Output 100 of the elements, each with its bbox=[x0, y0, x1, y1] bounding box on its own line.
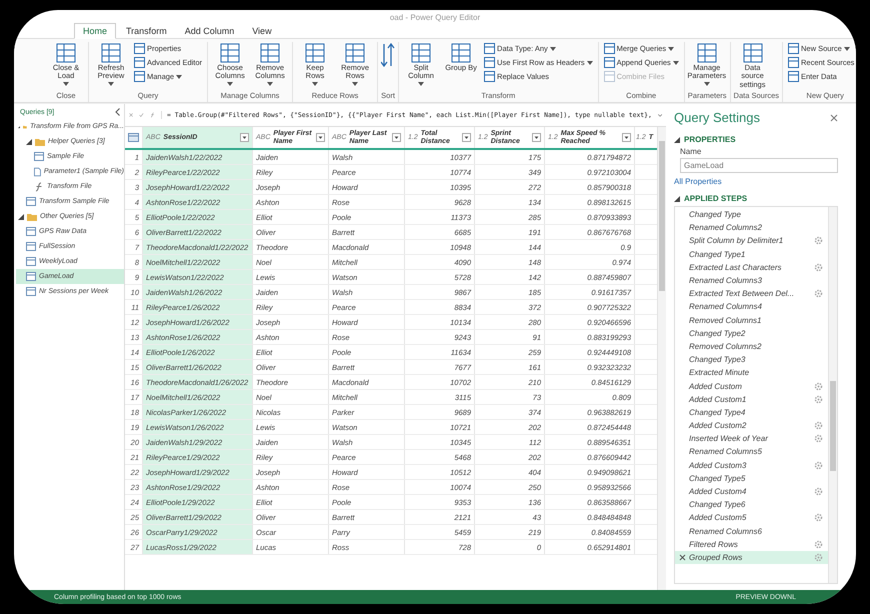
caret-icon bbox=[63, 82, 69, 86]
document-icon bbox=[34, 166, 41, 176]
applied-step[interactable]: Extracted Text Between Del... bbox=[675, 287, 828, 300]
section-heading: PROPERTIES bbox=[684, 135, 736, 144]
command-icon bbox=[100, 43, 122, 63]
applied-step[interactable]: Changed Type5 bbox=[675, 472, 828, 485]
close-icon bbox=[830, 114, 838, 122]
applied-step[interactable]: Removed Columns1 bbox=[675, 314, 828, 327]
section-heading: APPLIED STEPS bbox=[684, 194, 748, 203]
applied-step[interactable]: Extracted Last Characters bbox=[675, 260, 828, 274]
dropdown-icon bbox=[240, 133, 249, 142]
applied-step[interactable]: Renamed Columns5 bbox=[675, 445, 828, 459]
caret-icon bbox=[108, 82, 114, 86]
expanded-arrow-icon bbox=[18, 214, 24, 220]
ribbon-tab[interactable]: Transform bbox=[118, 23, 175, 38]
caret-icon bbox=[586, 60, 593, 64]
caret-icon bbox=[352, 82, 358, 86]
applied-step[interactable]: Filtered Rows bbox=[675, 538, 828, 551]
expanded-arrow-icon bbox=[674, 196, 680, 202]
applied-step[interactable]: Extracted Minute bbox=[675, 366, 828, 380]
applied-step[interactable]: Changed Type1 bbox=[675, 248, 828, 261]
command-icon bbox=[604, 43, 615, 54]
caret-icon bbox=[844, 46, 850, 50]
command-icon bbox=[304, 43, 326, 63]
applied-step[interactable]: Added Custom4 bbox=[675, 484, 828, 498]
function-icon bbox=[150, 110, 156, 120]
command-icon bbox=[604, 57, 615, 68]
applied-step[interactable]: Changed Type6 bbox=[675, 498, 828, 512]
table-icon bbox=[34, 152, 44, 161]
applied-step[interactable]: Added Custom1 bbox=[675, 392, 828, 406]
command-icon bbox=[344, 43, 366, 63]
table-icon bbox=[26, 197, 36, 206]
window-title: oad - Power Query Editor bbox=[390, 13, 480, 22]
command-icon bbox=[134, 43, 145, 54]
applied-step[interactable]: Grouped Rows bbox=[675, 550, 828, 564]
table-icon bbox=[128, 133, 139, 142]
command-icon bbox=[788, 57, 799, 68]
function-icon bbox=[34, 182, 44, 192]
applied-step[interactable]: Changed Type bbox=[675, 208, 828, 222]
table-icon bbox=[26, 272, 36, 281]
dropdown-icon bbox=[462, 133, 471, 142]
dropdown-icon bbox=[316, 133, 325, 142]
collapse-button[interactable] bbox=[115, 108, 120, 116]
name-field[interactable]: GameLoad bbox=[680, 158, 838, 173]
applied-step[interactable]: Renamed Columns3 bbox=[675, 274, 828, 288]
caret-icon bbox=[312, 82, 318, 86]
caret-icon bbox=[267, 82, 274, 86]
gear-icon bbox=[814, 513, 823, 522]
scrollbar[interactable] bbox=[828, 207, 837, 583]
applied-step[interactable]: Renamed Columns4 bbox=[675, 300, 828, 314]
applied-step[interactable]: Changed Type3 bbox=[675, 353, 828, 366]
command-icon bbox=[484, 43, 496, 54]
command-icon bbox=[55, 43, 77, 63]
applied-step[interactable]: Added Custom3 bbox=[675, 458, 828, 472]
delete-icon bbox=[679, 554, 686, 561]
applied-step[interactable]: Added Custom bbox=[675, 379, 828, 393]
caret-icon bbox=[672, 60, 679, 64]
ribbon-tab[interactable]: Add Column bbox=[176, 23, 242, 38]
table-icon bbox=[26, 227, 36, 236]
caret-icon bbox=[418, 82, 424, 86]
cancel-icon bbox=[129, 111, 134, 119]
pane-title: Query Settings bbox=[674, 110, 760, 125]
command-icon bbox=[788, 71, 799, 82]
command-icon bbox=[134, 71, 145, 82]
command-icon bbox=[410, 43, 432, 63]
gear-icon bbox=[814, 262, 823, 272]
command-icon bbox=[604, 71, 615, 82]
table-icon bbox=[26, 257, 36, 266]
table-icon bbox=[26, 242, 36, 251]
command-icon bbox=[219, 43, 242, 63]
applied-step[interactable]: Added Custom2 bbox=[675, 419, 828, 432]
command-icon bbox=[484, 71, 496, 82]
table-icon bbox=[26, 287, 36, 296]
caret-icon bbox=[704, 82, 710, 86]
applied-step[interactable]: Inserted Week of Year bbox=[675, 432, 828, 446]
ribbon-tab[interactable]: Home bbox=[74, 23, 116, 39]
command-icon bbox=[484, 57, 496, 68]
gear-icon bbox=[814, 460, 823, 470]
close-button[interactable] bbox=[830, 114, 838, 122]
applied-step[interactable]: Removed Columns2 bbox=[675, 340, 828, 354]
applied-step[interactable]: Split Column by Delimiter1 bbox=[675, 234, 828, 248]
field-label: Name bbox=[680, 147, 702, 156]
caret-icon bbox=[550, 46, 556, 50]
command-icon bbox=[696, 43, 718, 63]
applied-step[interactable]: Renamed Columns2 bbox=[675, 221, 828, 234]
applied-step[interactable]: Changed Type2 bbox=[675, 326, 828, 340]
folder-icon bbox=[27, 212, 37, 220]
caret-icon bbox=[227, 82, 234, 86]
command-icon bbox=[742, 43, 764, 63]
gear-icon bbox=[814, 236, 823, 246]
applied-step[interactable]: Added Custom5 bbox=[675, 511, 828, 524]
applied-step[interactable]: Changed Type4 bbox=[675, 406, 828, 419]
scrollbar[interactable] bbox=[657, 127, 666, 590]
ribbon-tab[interactable]: View bbox=[244, 23, 280, 38]
applied-step[interactable]: Renamed Columns6 bbox=[675, 524, 828, 538]
command-icon bbox=[134, 57, 145, 68]
command-icon bbox=[450, 43, 472, 63]
caret-icon bbox=[176, 74, 182, 78]
all-properties-link[interactable]: All Properties bbox=[674, 177, 722, 186]
expanded-arrow-icon bbox=[26, 138, 32, 144]
